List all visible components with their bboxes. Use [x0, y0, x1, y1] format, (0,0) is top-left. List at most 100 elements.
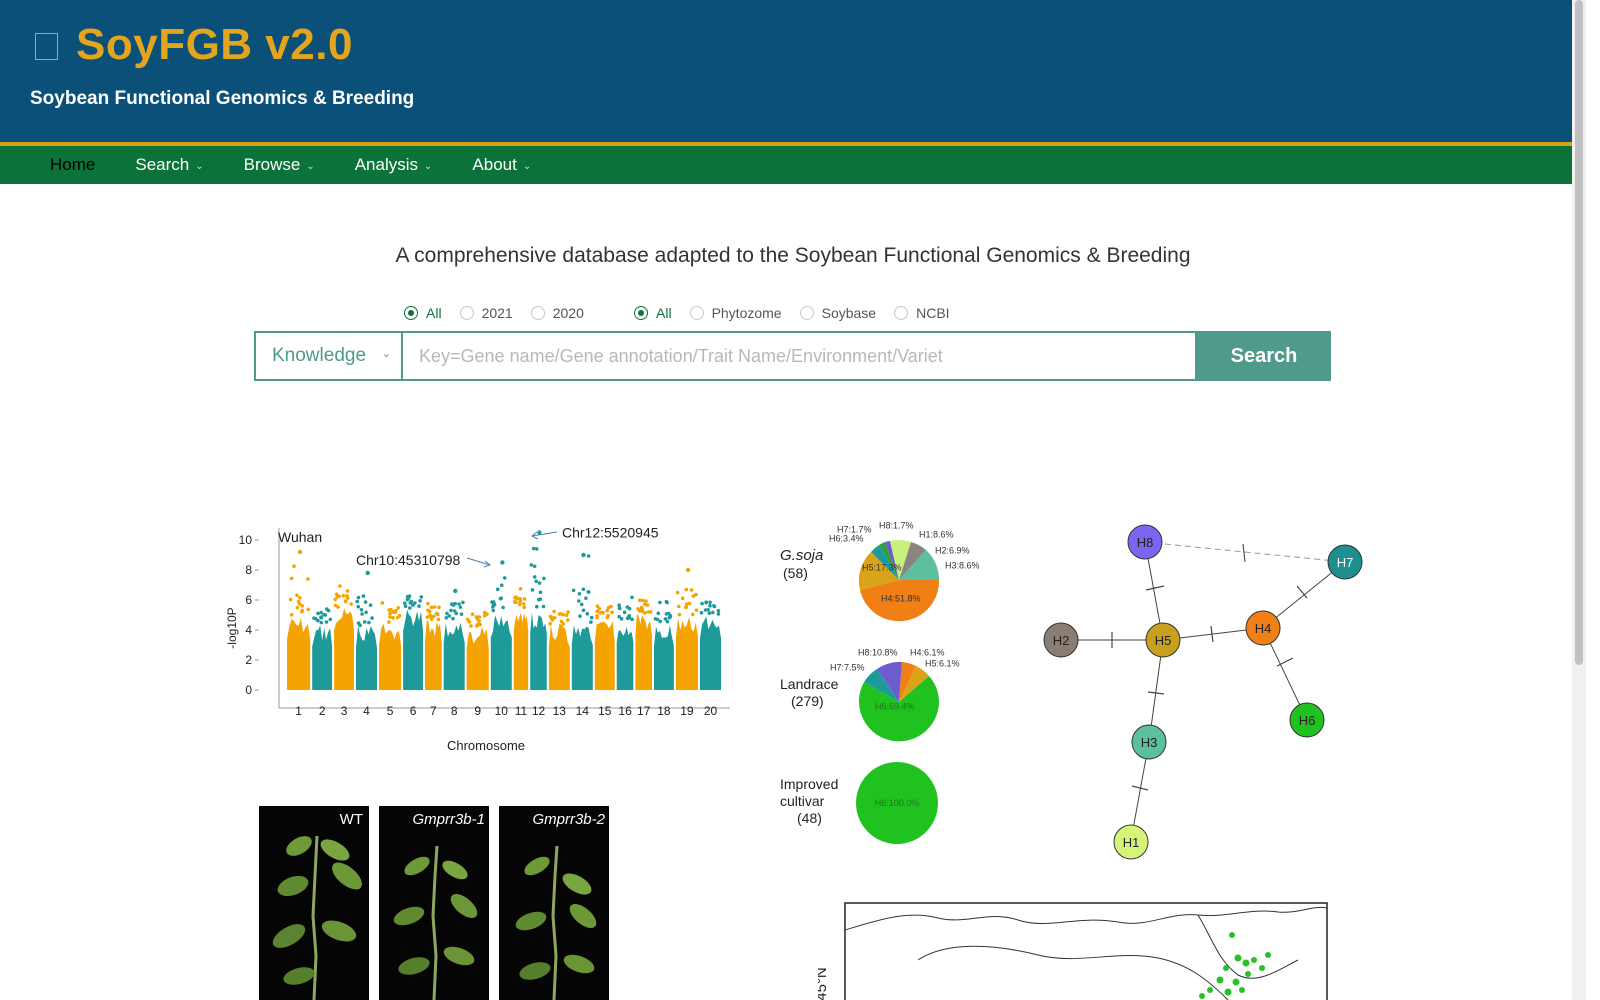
- x-tick-label: 5: [387, 704, 394, 718]
- y-tick-label: 0: [245, 683, 252, 697]
- chromosome-points: [355, 570, 378, 690]
- haplotype-pie-charts: G.soja (58) H8:1.7% H1:8.6% H7:1.7% H6:3…: [780, 520, 980, 844]
- source-radio-all[interactable]: All: [634, 305, 672, 321]
- search-category-select[interactable]: Knowledge ⌄: [254, 331, 403, 381]
- nav-browse[interactable]: Browse ⌄: [224, 146, 335, 184]
- source-radio-soybase[interactable]: Soybase: [799, 305, 877, 321]
- pie-group-count: (58): [783, 565, 808, 581]
- node-label: H2: [1053, 633, 1070, 648]
- pie-label: H5:17.3%: [862, 562, 902, 572]
- year-radio-all[interactable]: All: [404, 305, 442, 321]
- chromosome-points: [635, 598, 653, 690]
- year-filter: All 2021 2020: [404, 305, 602, 321]
- mutation-tick: [1145, 585, 1165, 591]
- x-tick-label: 14: [576, 704, 590, 718]
- pie-label: H1:8.6%: [919, 529, 954, 539]
- pie-group-label: cultivar: [780, 793, 825, 809]
- app-title[interactable]: SoyFGB v2.0: [76, 20, 353, 70]
- x-tick-label: 20: [704, 704, 718, 718]
- search-button[interactable]: Search: [1197, 331, 1331, 381]
- page: SoyFGB v2.0 Soybean Functional Genomics …: [0, 0, 1586, 1000]
- year-radio-label: All: [426, 305, 442, 321]
- scrollbar-thumb[interactable]: [1575, 0, 1583, 665]
- chromosome-points: [425, 601, 442, 690]
- chromosome-points: [594, 604, 615, 690]
- pie-label: H3:8.6%: [945, 560, 980, 570]
- plant-label-wt: WT: [340, 811, 363, 828]
- chevron-down-icon: ⌄: [522, 160, 532, 172]
- year-radio-2021[interactable]: 2021: [459, 305, 513, 321]
- node-label: H4: [1255, 621, 1272, 636]
- pie-label: H7:7.5%: [830, 662, 865, 672]
- x-tick-label: 10: [495, 704, 509, 718]
- plant-label-gmprr3b-1: Gmprr3b-1: [412, 811, 485, 828]
- plant-photos: WT Gmprr3b-1 Gmprr3b-2: [259, 806, 609, 1000]
- node-label: H5: [1155, 633, 1172, 648]
- search-category-value: Knowledge: [272, 345, 367, 366]
- radio-icon: [634, 306, 648, 320]
- node-label: H8: [1137, 535, 1154, 550]
- network-node-h2: H2: [1043, 622, 1079, 658]
- chromosome-points: [443, 588, 465, 690]
- chromosome-points: [513, 587, 529, 690]
- network-node-h6: H6: [1289, 702, 1325, 738]
- nav-about[interactable]: About ⌄: [452, 146, 551, 184]
- x-tick-label: 2: [319, 704, 326, 718]
- chevron-down-icon: ⌄: [424, 160, 433, 172]
- chromosome-points: [675, 567, 699, 690]
- chevron-down-icon: ⌄: [381, 348, 391, 360]
- network-node-h4: H4: [1245, 610, 1281, 646]
- x-tick-label: 18: [657, 704, 671, 718]
- app-subtitle: Soybean Functional Genomics & Breeding: [30, 88, 415, 109]
- pie-label: H6:69.4%: [875, 701, 915, 711]
- main-nav: Home Search ⌄ Browse ⌄ Analysis ⌄ About ⌄: [0, 146, 1586, 184]
- square-icon: [35, 33, 58, 60]
- nav-search-label: Search: [135, 155, 190, 174]
- chromosome-points: [312, 607, 333, 690]
- nav-home[interactable]: Home: [30, 146, 115, 184]
- x-axis-label: Chromosome: [447, 738, 525, 753]
- radio-icon: [689, 306, 704, 320]
- y-tick-label: 10: [239, 533, 253, 547]
- chromosome-points: [490, 560, 512, 690]
- network-node-h5: H5: [1145, 622, 1181, 658]
- plant-label-gmprr3b-2: Gmprr3b-2: [532, 811, 605, 828]
- y-tick-label: 2: [245, 653, 252, 667]
- plant-photo-wt: WT: [259, 806, 369, 1000]
- nav-search[interactable]: Search ⌄: [115, 146, 223, 184]
- source-radio-phytozome[interactable]: Phytozome: [689, 305, 782, 321]
- haplotype-network: H8 H7 H2 H5 H4 H6 H3 H1: [1043, 524, 1363, 860]
- network-node-h7: H7: [1327, 544, 1363, 580]
- vertical-scrollbar[interactable]: [1572, 0, 1586, 1000]
- chromosome-points: [548, 609, 570, 690]
- source-radio-label: Soybase: [821, 305, 877, 321]
- x-tick-label: 13: [553, 704, 567, 718]
- site-header: SoyFGB v2.0 Soybean Functional Genomics …: [0, 0, 1586, 146]
- x-tick-label: 6: [410, 704, 417, 718]
- chromosome-points: [403, 594, 424, 690]
- year-radio-2020[interactable]: 2020: [530, 305, 584, 321]
- x-tick-label: 1: [295, 704, 302, 718]
- x-tick-labels: 1 2 3 4 5 6 7 8 9 10 11 12 13 14 15 16 17 18 19 20: [295, 704, 717, 718]
- network-node-h8: H8: [1127, 524, 1163, 560]
- radio-icon: [894, 306, 909, 320]
- y-tick-label: 6: [245, 593, 252, 607]
- nav-analysis[interactable]: Analysis ⌄: [335, 146, 453, 184]
- source-radio-ncbi[interactable]: NCBI: [894, 305, 950, 321]
- chevron-down-icon: ⌄: [306, 160, 315, 172]
- pie-label: H4:6.1%: [910, 647, 945, 657]
- x-tick-label: 19: [680, 704, 694, 718]
- x-tick-label: 3: [341, 704, 348, 718]
- chromosome-points: [571, 552, 594, 690]
- chromosome-points: [465, 610, 489, 690]
- search-input[interactable]: [403, 331, 1197, 381]
- y-tick-label: 8: [245, 563, 252, 577]
- chromosome-points: [379, 601, 402, 690]
- x-tick-label: 9: [474, 704, 481, 718]
- plant-photo-gmprr3b-1: Gmprr3b-1: [379, 806, 489, 1000]
- node-label: H6: [1299, 713, 1316, 728]
- x-tick-label: 7: [430, 704, 437, 718]
- y-tick-label: 4: [245, 623, 252, 637]
- pie-group-label: G.soja: [780, 547, 823, 564]
- x-tick-label: 4: [363, 704, 370, 718]
